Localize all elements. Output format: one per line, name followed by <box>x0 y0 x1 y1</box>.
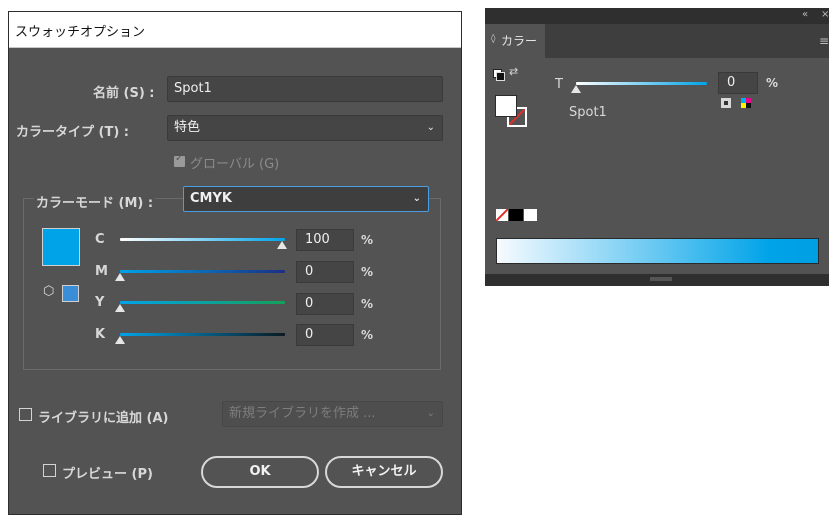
tint-label: T <box>555 77 563 92</box>
none-swatch[interactable] <box>496 209 508 221</box>
color-panel: « × ≡ ◊ カラー ⇄ T 0 % Spot1 <box>485 8 829 286</box>
preview-checkbox[interactable] <box>43 464 56 477</box>
cyan-slider-track[interactable] <box>120 238 285 241</box>
spot-color-icon[interactable] <box>721 98 731 108</box>
color-type-select[interactable]: 特色 ⌄ <box>167 115 443 141</box>
yellow-slider-track[interactable] <box>120 301 285 304</box>
cancel-button[interactable]: キャンセル <box>325 456 443 488</box>
swatch-options-dialog: スウォッチオプション 名前 (S) : Spot1 カラータイプ (T) : 特… <box>8 11 462 515</box>
global-label: グローバル (G) <box>190 157 280 172</box>
cyan-value-input[interactable]: 100 <box>296 229 354 251</box>
library-placeholder: 新規ライブラリを作成 ... <box>229 406 376 421</box>
tab-color[interactable]: ◊ カラー <box>485 24 545 58</box>
magenta-percent: % <box>361 265 374 279</box>
black-percent: % <box>361 328 374 342</box>
preview-label: プレビュー (P) <box>62 467 153 482</box>
global-checkbox[interactable]: ✓ <box>174 153 185 167</box>
name-label: 名前 (S) : <box>93 86 155 101</box>
channel-m-label: M <box>95 264 108 279</box>
tab-color-label: カラー <box>501 34 538 48</box>
magenta-slider-track[interactable] <box>120 270 285 273</box>
dialog-title-bar: スウォッチオプション <box>9 12 461 48</box>
chevron-down-icon: ⌄ <box>426 122 435 133</box>
library-select[interactable]: 新規ライブラリを作成 ... ⌄ <box>222 401 443 427</box>
gamut-cube-icon: ⬡ <box>43 284 55 299</box>
collapse-panel-icon[interactable]: « <box>802 9 808 20</box>
black-slider-track[interactable] <box>120 333 285 336</box>
color-mode-select[interactable]: CMYK ⌄ <box>183 186 429 212</box>
channel-c-label: C <box>95 232 105 247</box>
white-swatch[interactable] <box>524 209 537 221</box>
panel-footer-bar <box>485 274 829 286</box>
black-slider-thumb[interactable] <box>115 336 125 344</box>
magenta-value-input[interactable]: 0 <box>296 261 354 283</box>
cyan-slider-thumb[interactable] <box>277 241 287 249</box>
none-slash-icon <box>496 209 508 221</box>
close-panel-icon[interactable]: × <box>821 9 829 20</box>
magenta-slider-thumb[interactable] <box>115 273 125 281</box>
yellow-percent: % <box>361 297 374 311</box>
swatch-name: Spot1 <box>569 105 607 120</box>
web-safe-swatch[interactable] <box>62 285 79 302</box>
default-fill-stroke-icon[interactable] <box>493 69 505 81</box>
color-type-value: 特色 <box>174 120 201 135</box>
name-input[interactable]: Spot1 <box>167 76 443 102</box>
color-mode-value: CMYK <box>190 191 232 206</box>
color-swatch-preview <box>42 228 80 266</box>
channel-k-label: K <box>95 327 106 342</box>
swap-fill-stroke-icon[interactable]: ⇄ <box>509 65 518 78</box>
tint-slider-track[interactable] <box>576 82 707 85</box>
yellow-slider-thumb[interactable] <box>115 304 125 312</box>
color-type-label: カラータイプ (T) : <box>16 125 130 140</box>
add-to-library-checkbox[interactable] <box>19 408 32 421</box>
black-value-input[interactable]: 0 <box>296 324 354 346</box>
color-mode-label: カラーモード (M) : <box>34 192 156 211</box>
add-to-library-label: ライブラリに追加 (A) <box>38 411 169 426</box>
process-color-icon[interactable] <box>741 98 751 108</box>
chevron-down-icon: ⌄ <box>412 193 421 204</box>
panel-menu-icon[interactable]: ≡ <box>819 34 829 48</box>
tint-value-input[interactable]: 0 <box>718 72 758 94</box>
color-mode-group <box>23 198 441 370</box>
checkmark-icon: ✓ <box>175 153 184 164</box>
tab-expand-icon: ◊ <box>491 34 496 44</box>
fill-box[interactable] <box>495 95 517 117</box>
dialog-title: スウォッチオプション <box>15 25 146 40</box>
tint-slider-thumb[interactable] <box>571 85 581 93</box>
panel-header-bar: « × <box>485 8 829 24</box>
tint-ramp[interactable] <box>496 238 819 264</box>
channel-y-label: Y <box>95 295 105 310</box>
ok-button[interactable]: OK <box>201 456 319 488</box>
yellow-value-input[interactable]: 0 <box>296 293 354 315</box>
black-swatch[interactable] <box>509 209 523 221</box>
tint-percent: % <box>766 76 779 90</box>
chevron-down-icon: ⌄ <box>426 408 435 419</box>
cyan-percent: % <box>361 233 374 247</box>
resize-grip[interactable] <box>650 277 672 281</box>
